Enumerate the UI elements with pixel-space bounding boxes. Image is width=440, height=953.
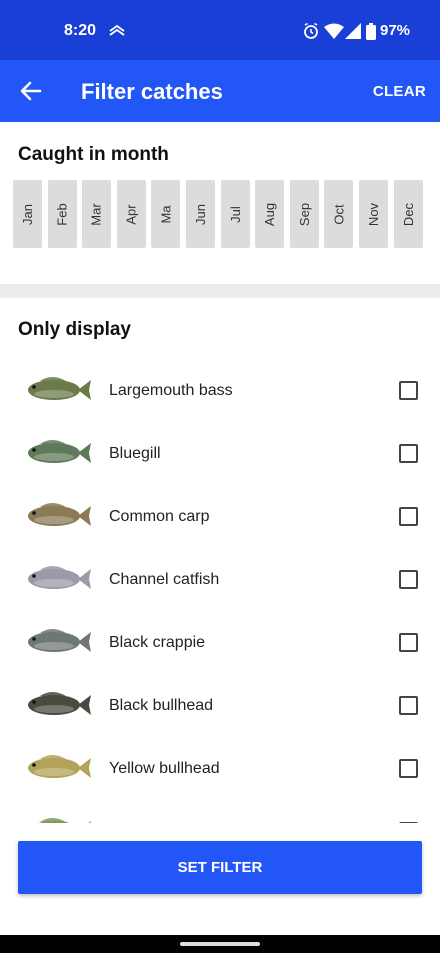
status-bar: 8:20 97% [0,0,440,60]
fish-icon [28,755,91,778]
fish-icon [28,440,91,463]
month-selector: Jan Feb Mar Apr Ma Jun Jul Aug Sep Oct N… [13,180,423,248]
species-label: Channel catfish [109,571,220,588]
species-checkbox[interactable] [399,759,418,778]
fish-icon [28,629,91,652]
signal-icon [345,22,361,40]
species-row[interactable]: Black bullhead [0,675,440,738]
species-label: Largemouth bass [109,382,233,399]
species-checkbox[interactable] [399,570,418,589]
species-section-title: Only display [18,319,131,340]
month-chip[interactable]: Ma [151,180,181,248]
species-row[interactable]: Largemouth bass [0,360,440,423]
data-saver-icon [108,22,126,40]
month-chip[interactable]: Sep [289,180,319,248]
battery-percent: 97% [380,22,411,39]
month-chip[interactable]: Mar [82,180,112,248]
species-checkbox[interactable] [399,507,418,526]
fish-icon [28,503,91,526]
alarm-icon [302,22,320,40]
month-chip[interactable]: Jul [220,180,250,248]
fish-icon [28,692,91,715]
battery-icon [366,22,376,40]
species-label: Yellow bullhead [109,760,220,777]
species-checkbox[interactable] [399,444,418,463]
species-row[interactable]: Channel catfish [0,549,440,612]
species-checkbox[interactable] [399,633,418,652]
species-row[interactable]: Common carp [0,486,440,549]
wifi-icon [324,22,344,40]
fish-icon [28,377,91,400]
species-row[interactable] [0,801,440,823]
species-list[interactable]: Largemouth bass Bluegill Common carp Channe… [0,360,440,823]
fish-icon [28,566,91,589]
status-time: 8:20 [64,22,97,39]
clear-button[interactable]: CLEAR [373,83,426,100]
species-row[interactable]: Bluegill [0,423,440,486]
month-chip[interactable]: Jun [186,180,215,248]
month-chip[interactable]: Apr [116,180,146,248]
month-chip[interactable]: Jan [13,180,42,248]
home-handle[interactable] [180,942,260,946]
month-chip[interactable]: Nov [359,180,388,248]
month-chip[interactable]: Dec [393,180,423,248]
fish-icon [38,818,91,823]
species-checkbox[interactable] [399,822,418,823]
section-divider [0,284,440,298]
month-section-title: Caught in month [18,144,169,165]
species-label: Bluegill [109,445,161,462]
month-chip[interactable]: Oct [324,180,354,248]
arrow-left-icon [20,81,42,101]
species-label: Black crappie [109,634,206,651]
back-button[interactable] [18,78,44,104]
month-chip[interactable]: Feb [47,180,77,248]
species-row[interactable]: Yellow bullhead [0,738,440,801]
navigation-bar [0,935,440,953]
species-label: Black bullhead [109,697,214,714]
month-chip[interactable]: Aug [255,180,285,248]
species-row[interactable]: Black crappie [0,612,440,675]
page-title: Filter catches [81,79,223,104]
app-bar: Filter catches CLEAR [0,60,440,122]
species-checkbox[interactable] [399,381,418,400]
species-checkbox[interactable] [399,696,418,715]
species-label: Common carp [109,508,210,525]
set-filter-button[interactable]: SET FILTER [18,841,422,894]
